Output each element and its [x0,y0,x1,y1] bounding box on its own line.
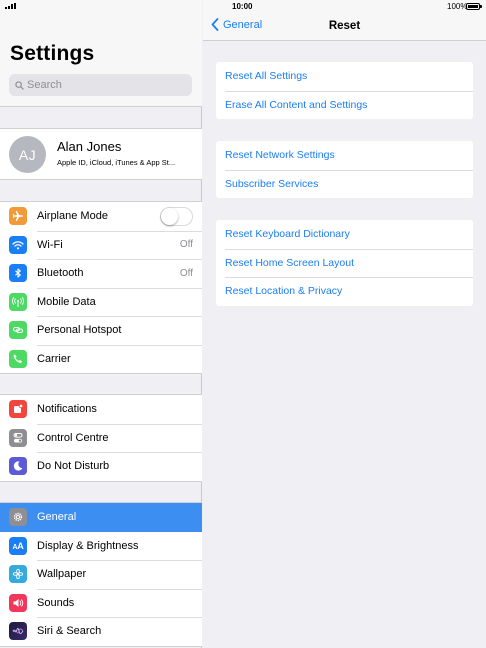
sidebar-title: Settings [10,42,95,65]
sidebar-item-label: Do Not Disturb [37,460,110,473]
reset-all-settings-button[interactable]: Reset All Settings [216,62,473,91]
airplane-icon [9,207,27,225]
sidebar-item-label: Sounds [37,596,75,609]
status-time: 10:00 [232,2,253,11]
avatar: AJ [9,136,46,173]
notifications-group: Notifications Control Centre Do Not Dist… [0,394,202,482]
ipad-screen: 10:00 100% Settings AJ Alan Jones Apple … [0,0,486,648]
sidebar-header: Settings [0,0,202,107]
moon-icon [9,457,27,475]
search-field[interactable] [9,74,192,96]
sidebar-item-label: Wi-Fi [37,238,63,251]
sidebar-item-mobile-data[interactable]: Mobile Data [0,287,202,317]
bluetooth-status-value: Off [179,267,193,279]
device-group: General AA Display & Brightness Wallpape… [0,502,202,647]
sidebar-item-control-centre[interactable]: Control Centre [0,423,202,453]
sidebar-item-notifications[interactable]: Notifications [0,395,202,424]
sidebar-item-label: Personal Hotspot [37,324,122,337]
sidebar-item-label: Airplane Mode [37,210,108,223]
search-icon [15,80,24,90]
sidebar-item-personal-hotspot[interactable]: Personal Hotspot [0,316,202,345]
reset-detail-pane: General Reset Reset All Settings Erase A… [203,0,486,648]
sidebar-item-bluetooth[interactable]: Bluetooth Off [0,259,202,288]
subscriber-services-button[interactable]: Subscriber Services [216,169,473,199]
sidebar-item-label: Wallpaper [37,568,87,581]
siri-icon [9,622,27,640]
wifi-status-value: Off [179,239,193,251]
speaker-icon [9,593,27,612]
bluetooth-icon [9,264,27,282]
connectivity-group: Airplane Mode Wi-Fi Off Bluetooth Off Mo… [0,201,202,374]
sidebar-item-display-brightness[interactable]: AA Display & Brightness [0,532,202,561]
gear-icon [9,508,27,526]
flower-icon [9,565,27,583]
wifi-icon [9,235,27,254]
antenna-icon [9,292,27,311]
page-title: Reset [328,20,361,32]
reset-network-settings-button[interactable]: Reset Network Settings [216,141,473,170]
sidebar-item-label: Control Centre [37,431,109,444]
reset-group-1: Reset All Settings Erase All Content and… [216,62,473,119]
settings-sidebar: Settings AJ Alan Jones Apple ID, iCloud,… [0,0,202,648]
sidebar-item-wifi[interactable]: Wi-Fi Off [0,230,202,260]
sidebar-item-label: Mobile Data [37,295,96,308]
erase-all-content-button[interactable]: Erase All Content and Settings [216,90,473,120]
sidebar-item-carrier[interactable]: Carrier [0,344,202,374]
sidebar-item-do-not-disturb[interactable]: Do Not Disturb [0,452,202,481]
sidebar-item-label: Notifications [37,403,97,416]
notifications-icon [9,400,27,418]
battery-percent: 100% [447,2,468,11]
switches-icon [9,428,27,447]
sidebar-item-label: Bluetooth [37,267,84,280]
sidebar-item-label: General [37,511,77,524]
profile-name: Alan Jones [57,139,122,154]
sidebar-item-label: Siri & Search [37,625,102,638]
reset-group-2: Reset Network Settings Subscriber Servic… [216,141,473,198]
search-input[interactable] [27,79,177,91]
reset-group-3: Reset Keyboard Dictionary Reset Home Scr… [216,220,473,306]
sidebar-item-sounds[interactable]: Sounds [0,588,202,618]
reset-keyboard-dictionary-button[interactable]: Reset Keyboard Dictionary [216,220,473,249]
sidebar-item-wallpaper[interactable]: Wallpaper [0,560,202,589]
status-bar: 10:00 100% [0,0,486,13]
phone-icon [9,349,27,368]
sidebar-item-label: Display & Brightness [37,539,139,552]
apple-id-profile[interactable]: AJ Alan Jones Apple ID, iCloud, iTunes &… [0,128,202,180]
profile-subtitle: Apple ID, iCloud, iTunes & App St... [57,158,176,167]
sidebar-item-general[interactable]: General [0,503,202,532]
link-icon [9,321,27,339]
airplane-mode-toggle[interactable] [160,207,193,226]
battery-icon [466,3,482,10]
sidebar-item-label: Carrier [37,352,71,365]
sidebar-item-airplane-mode[interactable]: Airplane Mode [0,202,202,231]
reset-home-screen-layout-button[interactable]: Reset Home Screen Layout [216,248,473,278]
reset-location-privacy-button[interactable]: Reset Location & Privacy [216,277,473,306]
text-size-icon: AA [9,536,27,555]
sidebar-item-siri-search[interactable]: Siri & Search [0,617,202,646]
signal-icon [5,3,16,9]
